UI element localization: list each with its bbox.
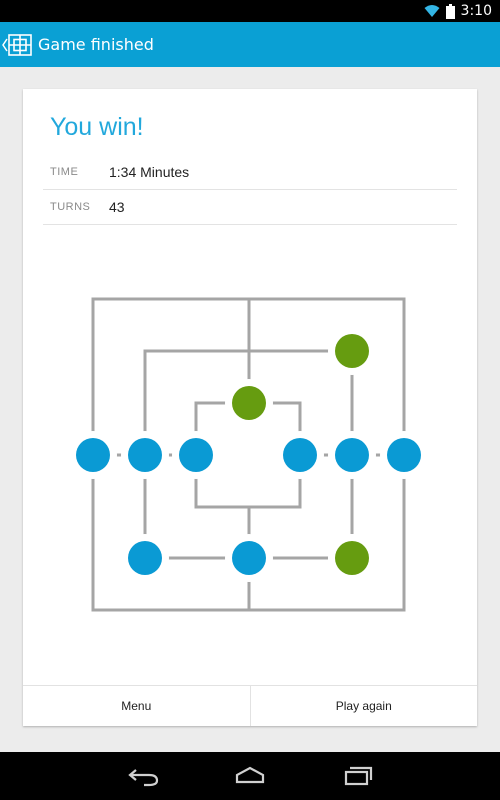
opponent-piece[interactable] [335, 541, 369, 575]
opponent-piece[interactable] [232, 386, 266, 420]
stat-row-time: TIME 1:34 Minutes [43, 155, 457, 190]
play-again-button[interactable]: Play again [249, 686, 478, 726]
stat-label: TURNS [50, 201, 91, 213]
menu-button[interactable]: Menu [23, 686, 250, 726]
player-piece[interactable] [179, 438, 213, 472]
stat-value: 1:34 Minutes [109, 164, 190, 180]
board-pieces [69, 327, 428, 582]
action-bar: Game finished [0, 22, 500, 67]
back-icon[interactable] [124, 762, 164, 790]
stat-row-turns: TURNS 43 [43, 190, 457, 225]
player-piece[interactable] [232, 541, 266, 575]
player-piece[interactable] [335, 438, 369, 472]
player-piece[interactable] [128, 438, 162, 472]
stat-value: 43 [109, 199, 125, 215]
stat-label: TIME [50, 166, 79, 178]
player-piece[interactable] [387, 438, 421, 472]
player-piece[interactable] [76, 438, 110, 472]
result-card: You win! TIME 1:34 Minutes TURNS 43 Menu… [23, 89, 477, 726]
wifi-icon [424, 5, 440, 17]
recents-icon[interactable] [336, 762, 376, 790]
player-piece[interactable] [128, 541, 162, 575]
up-navigation-button[interactable] [0, 22, 38, 67]
result-headline: You win! [50, 113, 144, 141]
battery-icon [445, 3, 455, 19]
home-icon[interactable] [230, 762, 270, 790]
status-time: 3:10 [460, 3, 492, 19]
opponent-piece[interactable] [335, 334, 369, 368]
status-icons: 3:10 [424, 2, 492, 20]
board-icon [8, 33, 32, 56]
status-bar: 3:10 [0, 0, 500, 22]
player-piece[interactable] [283, 438, 317, 472]
navigation-bar [0, 752, 500, 800]
card-button-bar: Menu Play again [23, 685, 477, 726]
page-title: Game finished [38, 35, 154, 54]
